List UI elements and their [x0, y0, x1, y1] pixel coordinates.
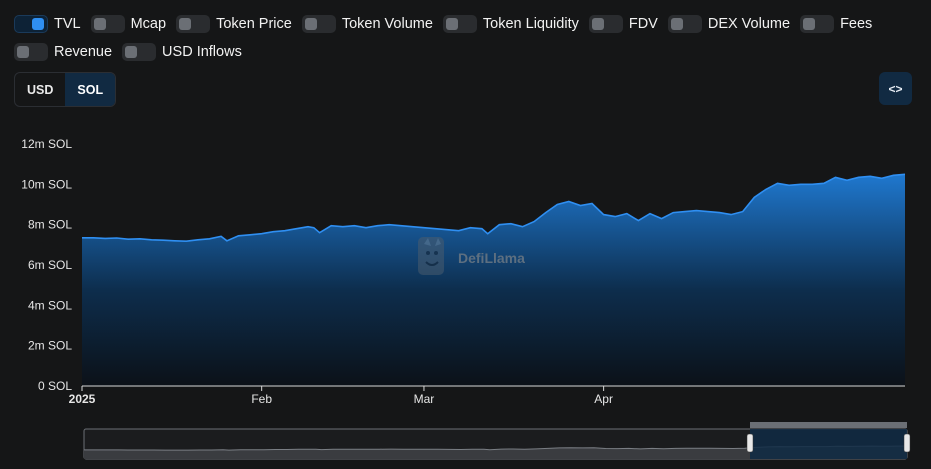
llama-logo-icon	[418, 237, 444, 275]
x-tick-label: 2025	[69, 392, 96, 406]
currency-sol-button[interactable]: SOL	[65, 73, 116, 106]
y-tick-label: 10m SOL	[21, 177, 72, 191]
brush-top-bar	[750, 422, 907, 428]
code-brackets-icon: <>	[888, 81, 903, 96]
toggle-switch[interactable]	[667, 15, 702, 33]
toggle-switch[interactable]	[301, 15, 336, 33]
toggle-tvl[interactable]: TVL	[14, 15, 81, 33]
toggle-fees[interactable]: Fees	[800, 15, 872, 33]
toggle-switch[interactable]	[442, 15, 477, 33]
currency-usd-button[interactable]: USD	[15, 73, 65, 106]
toggle-knob	[304, 18, 317, 30]
x-tick-label: Mar	[414, 392, 435, 406]
toggle-knob	[179, 18, 192, 30]
toggle-fdv[interactable]: FDV	[588, 15, 658, 33]
metric-toggles: TVL Mcap Token Price Token Volume Token …	[14, 10, 914, 66]
toggle-knob	[125, 46, 138, 58]
toggle-label: Revenue	[54, 44, 113, 60]
toggle-switch[interactable]	[90, 15, 125, 33]
x-axis: 2025 Feb Mar Apr	[69, 385, 905, 406]
toggle-token-price[interactable]: Token Price	[176, 15, 292, 33]
toggle-label: Token Volume	[341, 16, 433, 32]
currency-selector: USD SOL	[14, 72, 117, 107]
toggle-knob	[17, 46, 29, 58]
toggle-knob	[591, 18, 604, 30]
watermark-text: DefiLlama	[458, 250, 525, 266]
toggle-switch[interactable]	[176, 15, 211, 33]
toggle-knob	[803, 18, 816, 30]
toggle-label: DEX Volume	[707, 16, 791, 32]
y-tick-label: 12m SOL	[21, 137, 72, 151]
y-tick-label: 6m SOL	[28, 258, 72, 272]
toggle-label: Token Price	[216, 16, 292, 32]
toggle-mcap[interactable]: Mcap	[90, 15, 167, 33]
toggle-row: TVL Mcap Token Price Token Volume Token …	[14, 10, 914, 38]
toggle-knob	[93, 18, 106, 30]
toggle-switch[interactable]	[14, 15, 48, 33]
y-tick-label: 0 SOL	[38, 379, 72, 393]
toggle-token-liquidity[interactable]: Token Liquidity	[442, 15, 579, 33]
toggle-label: FDV	[628, 16, 658, 32]
area-layer	[82, 173, 906, 386]
toggle-switch[interactable]	[14, 43, 48, 61]
toggle-switch[interactable]	[800, 15, 835, 33]
brush-handle-right	[903, 433, 911, 453]
toggle-knob	[445, 18, 458, 30]
brush-handle-left	[746, 433, 754, 453]
toggle-dex-volume[interactable]: DEX Volume	[667, 15, 791, 33]
y-tick-label: 8m SOL	[28, 218, 72, 232]
y-tick-label: 2m SOL	[28, 339, 72, 353]
tvl-area	[82, 174, 905, 386]
tvl-chart: 0 SOL 2m SOL 4m SOL 6m SOL 8m SOL 10m SOL 12m …	[21, 137, 911, 460]
toggle-token-volume[interactable]: Token Volume	[301, 15, 433, 33]
x-tick-label: Feb	[251, 392, 272, 406]
toggle-knob	[670, 18, 683, 30]
toggle-switch[interactable]	[122, 43, 157, 61]
x-tick-label: Apr	[594, 392, 613, 406]
toggle-usd-inflows[interactable]: USD Inflows	[122, 43, 242, 61]
range-brush[interactable]	[83, 422, 911, 460]
toggle-label: TVL	[54, 16, 81, 32]
toggle-label: Mcap	[130, 16, 167, 32]
toggle-revenue[interactable]: Revenue	[14, 43, 112, 61]
toggle-label: Token Liquidity	[482, 16, 579, 32]
toggle-label: USD Inflows	[162, 44, 242, 60]
toggle-row: Revenue USD Inflows	[14, 38, 914, 66]
embed-code-button[interactable]: <>	[879, 72, 912, 105]
toggle-label: Fees	[840, 16, 873, 32]
brush-selection	[750, 429, 907, 459]
toggle-knob	[32, 18, 44, 30]
y-axis: 0 SOL 2m SOL 4m SOL 6m SOL 8m SOL 10m SOL 12m …	[21, 137, 72, 393]
y-tick-label: 4m SOL	[28, 298, 72, 312]
toggle-switch[interactable]	[588, 15, 623, 33]
